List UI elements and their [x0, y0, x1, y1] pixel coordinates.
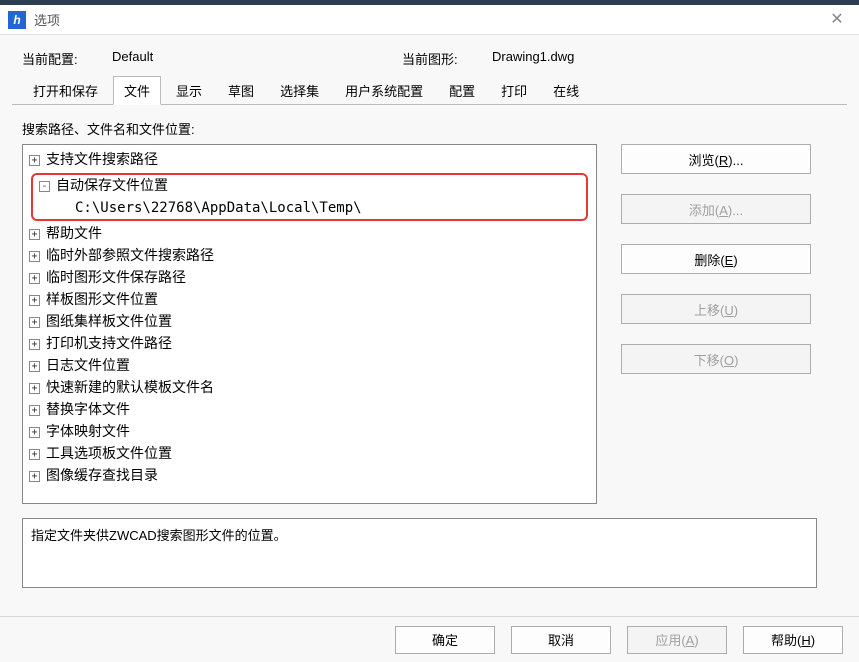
- expand-icon[interactable]: +: [29, 155, 40, 166]
- tab-bar: 打开和保存 文件 显示 草图 选择集 用户系统配置 配置 打印 在线: [12, 76, 847, 105]
- current-drawing-value: Drawing1.dwg: [492, 49, 574, 68]
- tree-item[interactable]: - 自动保存文件位置: [35, 175, 584, 197]
- tab-file[interactable]: 文件: [113, 76, 161, 105]
- tree-item[interactable]: + 临时外部参照文件搜索路径: [25, 245, 594, 267]
- remove-button[interactable]: 删除(E): [621, 244, 811, 274]
- expand-icon[interactable]: +: [29, 251, 40, 262]
- tree-item[interactable]: + 帮助文件: [25, 223, 594, 245]
- help-button[interactable]: 帮助(H): [743, 626, 843, 654]
- tree-item[interactable]: + 快速新建的默认模板文件名: [25, 377, 594, 399]
- expand-icon[interactable]: +: [29, 229, 40, 240]
- tab-draft[interactable]: 草图: [217, 76, 265, 105]
- tab-display[interactable]: 显示: [165, 76, 213, 105]
- expand-icon[interactable]: +: [29, 339, 40, 350]
- collapse-icon[interactable]: -: [39, 181, 50, 192]
- file-paths-tree[interactable]: + 支持文件搜索路径 - 自动保存文件位置 C:\Users\22768\App…: [22, 144, 597, 504]
- tree-item-label: 临时图形文件保存路径: [44, 267, 186, 289]
- tree-item[interactable]: + 支持文件搜索路径: [25, 149, 594, 171]
- tree-item-label: 日志文件位置: [44, 355, 130, 377]
- tab-selection[interactable]: 选择集: [269, 76, 330, 105]
- tree-item-label: 自动保存文件位置: [54, 175, 168, 197]
- tree-item-label: 字体映射文件: [44, 421, 130, 443]
- description-text: 指定文件夹供ZWCAD搜索图形文件的位置。: [31, 528, 287, 543]
- tree-item[interactable]: + 字体映射文件: [25, 421, 594, 443]
- expand-icon[interactable]: +: [29, 383, 40, 394]
- ok-button[interactable]: 确定: [395, 626, 495, 654]
- expand-icon[interactable]: +: [29, 361, 40, 372]
- dialog-footer: 确定 取消 应用(A) 帮助(H): [0, 616, 859, 662]
- expand-icon[interactable]: +: [29, 317, 40, 328]
- window-title: 选项: [34, 10, 60, 29]
- tree-item-label: 替换字体文件: [44, 399, 130, 421]
- tree-item-label: 帮助文件: [44, 223, 102, 245]
- description-box: 指定文件夹供ZWCAD搜索图形文件的位置。: [22, 518, 817, 588]
- expand-icon[interactable]: +: [29, 471, 40, 482]
- add-button: 添加(A)...: [621, 194, 811, 224]
- highlighted-item: - 自动保存文件位置 C:\Users\22768\AppData\Local\…: [31, 173, 588, 221]
- tree-item-label: 临时外部参照文件搜索路径: [44, 245, 214, 267]
- tab-print[interactable]: 打印: [490, 76, 538, 105]
- tree-item[interactable]: + 日志文件位置: [25, 355, 594, 377]
- move-up-button: 上移(U): [621, 294, 811, 324]
- profile-info: 当前配置: Default 当前图形: Drawing1.dwg: [12, 45, 847, 76]
- tab-online[interactable]: 在线: [542, 76, 590, 105]
- expand-icon[interactable]: +: [29, 405, 40, 416]
- tree-child-path[interactable]: C:\Users\22768\AppData\Local\Temp\: [35, 197, 584, 219]
- expand-icon[interactable]: +: [29, 273, 40, 284]
- tree-item[interactable]: + 图像缓存查找目录: [25, 465, 594, 487]
- tree-item[interactable]: + 替换字体文件: [25, 399, 594, 421]
- tree-item[interactable]: + 图纸集样板文件位置: [25, 311, 594, 333]
- tree-item-label: 图纸集样板文件位置: [44, 311, 172, 333]
- apply-button: 应用(A): [627, 626, 727, 654]
- tree-item[interactable]: + 临时图形文件保存路径: [25, 267, 594, 289]
- tree-item-label: 打印机支持文件路径: [44, 333, 172, 355]
- tree-item[interactable]: + 样板图形文件位置: [25, 289, 594, 311]
- current-drawing-label: 当前图形:: [402, 49, 492, 68]
- tree-item[interactable]: + 打印机支持文件路径: [25, 333, 594, 355]
- move-down-button: 下移(O): [621, 344, 811, 374]
- browse-button[interactable]: 浏览(R)...: [621, 144, 811, 174]
- current-profile-value: Default: [112, 49, 402, 68]
- section-label: 搜索路径、文件名和文件位置:: [22, 119, 837, 138]
- app-icon: h: [8, 11, 26, 29]
- tab-open-save[interactable]: 打开和保存: [22, 76, 109, 105]
- tree-item[interactable]: + 工具选项板文件位置: [25, 443, 594, 465]
- tree-item-label: 快速新建的默认模板文件名: [44, 377, 214, 399]
- tree-item-label: 图像缓存查找目录: [44, 465, 158, 487]
- current-profile-label: 当前配置:: [22, 49, 112, 68]
- tab-config[interactable]: 配置: [438, 76, 486, 105]
- tree-item-label: 样板图形文件位置: [44, 289, 158, 311]
- cancel-button[interactable]: 取消: [511, 626, 611, 654]
- tree-item-label: 支持文件搜索路径: [44, 149, 158, 171]
- tab-user-prefs[interactable]: 用户系统配置: [334, 76, 434, 105]
- expand-icon[interactable]: +: [29, 449, 40, 460]
- tree-child-label: C:\Users\22768\AppData\Local\Temp\: [75, 197, 362, 219]
- close-icon[interactable]: ✕: [825, 9, 849, 29]
- titlebar: h 选项 ✕: [0, 5, 859, 35]
- expand-icon[interactable]: +: [29, 427, 40, 438]
- expand-icon[interactable]: +: [29, 295, 40, 306]
- tree-item-label: 工具选项板文件位置: [44, 443, 172, 465]
